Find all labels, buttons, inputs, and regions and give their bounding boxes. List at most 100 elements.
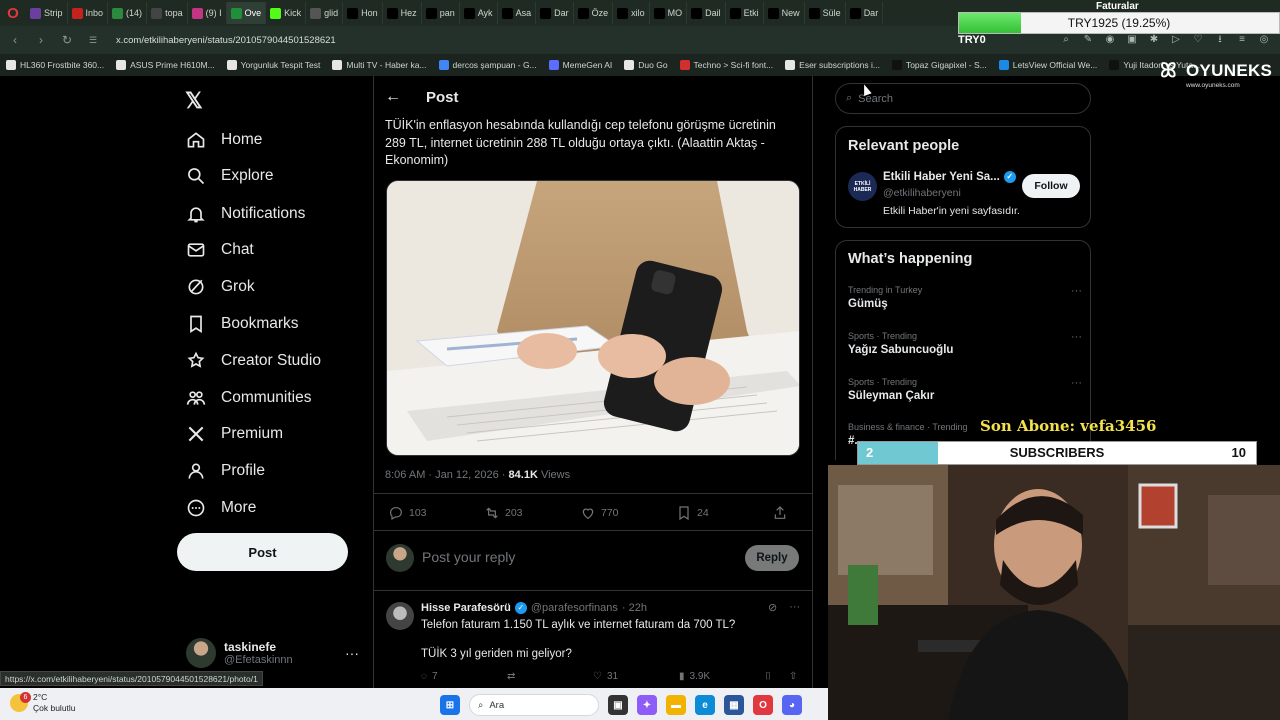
- opera-logo-icon[interactable]: O: [0, 0, 26, 26]
- bookmark-item[interactable]: Duo Go: [624, 60, 668, 70]
- task-view-icon[interactable]: ▣: [608, 695, 628, 715]
- camera-icon[interactable]: ◉: [1104, 34, 1116, 46]
- edit-icon[interactable]: ✎: [1082, 34, 1094, 46]
- bookmark-item[interactable]: Eser subscriptions i...: [785, 60, 880, 70]
- grok-icon[interactable]: ⊘: [768, 601, 777, 614]
- browser-tab[interactable]: Dar: [536, 2, 574, 24]
- more-icon[interactable]: ···: [789, 601, 800, 614]
- browser-tab[interactable]: Hon: [343, 2, 383, 24]
- avatar[interactable]: [386, 602, 414, 630]
- browser-tab[interactable]: Dail: [687, 2, 726, 24]
- bookmark-action[interactable]: ⌷: [765, 671, 789, 682]
- weather-widget[interactable]: 6 2°C Çok bulutlu: [10, 692, 76, 714]
- browser-tab[interactable]: New: [764, 2, 805, 24]
- url-field[interactable]: x.com/etkilihaberyeni/status/20105790445…: [116, 35, 336, 46]
- reply-action[interactable]: ◌ 7: [421, 671, 507, 682]
- browser-tab[interactable]: Öze: [574, 2, 614, 24]
- browser-tab[interactable]: Kick: [266, 2, 307, 24]
- zoom-icon[interactable]: ⌕: [1060, 34, 1072, 46]
- browser-tab[interactable]: Inbo: [68, 2, 109, 24]
- follow-button[interactable]: Follow: [1022, 174, 1080, 198]
- browser-tab[interactable]: Strip: [26, 2, 68, 24]
- trend-item[interactable]: Sports · Trending Yağız Sabuncuoğlu ···: [848, 331, 1084, 356]
- nav-item-bookmarks[interactable]: Bookmarks: [186, 310, 299, 338]
- more-icon[interactable]: ···: [1071, 285, 1082, 297]
- nav-item-grok[interactable]: Grok: [186, 273, 255, 301]
- browser-tab[interactable]: (9) I: [188, 2, 227, 24]
- repost-action[interactable]: 203: [484, 505, 580, 521]
- nav-item-creator-studio[interactable]: Creator Studio: [186, 347, 321, 375]
- nav-item-communities[interactable]: Communities: [186, 384, 311, 412]
- browser-tab[interactable]: Ove: [226, 2, 267, 24]
- avatar[interactable]: ETKİLİ HABER: [848, 172, 877, 201]
- x-logo-icon[interactable]: 𝕏: [185, 88, 203, 114]
- site-info-icon[interactable]: ☰: [84, 31, 102, 49]
- windows-start-icon[interactable]: ⊞: [440, 695, 460, 715]
- share-action[interactable]: [772, 505, 788, 521]
- back-icon[interactable]: ‹: [6, 31, 24, 49]
- bookmark-action[interactable]: 24: [676, 505, 772, 521]
- pinboard-icon[interactable]: ▣: [1126, 34, 1138, 46]
- account-more-icon[interactable]: ···: [345, 645, 359, 661]
- person-handle[interactable]: @etkilihaberyeni: [883, 187, 961, 199]
- bookmark-item[interactable]: MemeGen AI: [548, 60, 612, 70]
- search-input[interactable]: ⌕ Search: [835, 83, 1091, 114]
- bookmark-item[interactable]: ASUS Prime H610M...: [116, 60, 215, 70]
- reply-author-handle[interactable]: @parafesorfinans: [531, 602, 618, 614]
- browser-tab[interactable]: Etki: [726, 2, 764, 24]
- post-image[interactable]: [386, 180, 800, 456]
- reply-author-name[interactable]: Hisse Parafesörü: [421, 602, 511, 614]
- browser-tab[interactable]: glid: [306, 2, 344, 24]
- reply-input[interactable]: Post your reply: [422, 549, 515, 565]
- download-icon[interactable]: ⭳: [1214, 34, 1226, 46]
- nav-item-explore[interactable]: Explore: [186, 162, 274, 190]
- browser-tab[interactable]: Ayk: [460, 2, 498, 24]
- nav-item-home[interactable]: Home: [186, 126, 262, 154]
- bookmark-item[interactable]: Techno > Sci-fi font...: [679, 60, 773, 70]
- back-arrow-icon[interactable]: ←: [385, 88, 401, 106]
- extensions-icon[interactable]: ✱: [1148, 34, 1160, 46]
- reload-icon[interactable]: ↻: [58, 31, 76, 49]
- account-switcher[interactable]: taskinefe @Efetaskinnn: [186, 638, 293, 668]
- opera-icon[interactable]: O: [753, 695, 773, 715]
- reply-action[interactable]: 103: [388, 505, 484, 521]
- store-icon[interactable]: ▦: [724, 695, 744, 715]
- post-button[interactable]: Post: [177, 533, 348, 571]
- trend-item[interactable]: Trending in Turkey Gümüş ···: [848, 285, 1084, 310]
- browser-tab[interactable]: topa: [147, 2, 188, 24]
- like-action[interactable]: 770: [580, 505, 676, 521]
- more-icon[interactable]: ···: [1071, 377, 1082, 389]
- like-action[interactable]: ♡ 31: [593, 671, 679, 682]
- nav-item-chat[interactable]: Chat: [186, 236, 254, 264]
- browser-tab[interactable]: Asa: [498, 2, 537, 24]
- reply-button[interactable]: Reply: [745, 545, 799, 571]
- nav-item-more[interactable]: More: [186, 494, 256, 522]
- browser-tab[interactable]: MO: [650, 2, 688, 24]
- browser-tab[interactable]: (14): [108, 2, 148, 24]
- forward-icon[interactable]: ›: [32, 31, 50, 49]
- views-action[interactable]: ▮ 3.9K: [679, 671, 765, 682]
- browser-tab[interactable]: Hez: [383, 2, 422, 24]
- copilot-icon[interactable]: ✦: [637, 695, 657, 715]
- bookmark-item[interactable]: Multi TV - Haber ka...: [332, 60, 427, 70]
- bookmark-item[interactable]: Topaz Gigapixel - S...: [891, 60, 987, 70]
- repost-action[interactable]: ⇄: [507, 671, 593, 682]
- nav-item-profile[interactable]: Profile: [186, 457, 265, 485]
- taskbar-search[interactable]: ⌕ Ara: [469, 694, 599, 716]
- profile-icon[interactable]: ◎: [1258, 34, 1270, 46]
- more-icon[interactable]: ···: [1071, 331, 1082, 343]
- bookmark-item[interactable]: Yorgunluk Tespit Test: [226, 60, 320, 70]
- bookmark-item[interactable]: dercos şampuan - G...: [438, 60, 537, 70]
- player-icon[interactable]: ▷: [1170, 34, 1182, 46]
- bookmark-item[interactable]: LetsView Official We...: [998, 60, 1097, 70]
- bookmark-item[interactable]: HL360 Frostbite 360...: [6, 60, 104, 70]
- nav-item-premium[interactable]: Premium: [186, 420, 283, 448]
- browser-tab[interactable]: pan: [422, 2, 460, 24]
- menu-icon[interactable]: ≡: [1236, 34, 1248, 46]
- trend-item[interactable]: Sports · Trending Süleyman Çakır ···: [848, 377, 1084, 402]
- nav-item-notifications[interactable]: Notifications: [186, 200, 305, 228]
- person-name[interactable]: Etkili Haber Yeni Sa... ✓: [883, 171, 1016, 183]
- browser-tab[interactable]: Dar: [846, 2, 884, 24]
- discord-icon[interactable]: ◕: [782, 695, 802, 715]
- browser-tab[interactable]: xilo: [613, 2, 650, 24]
